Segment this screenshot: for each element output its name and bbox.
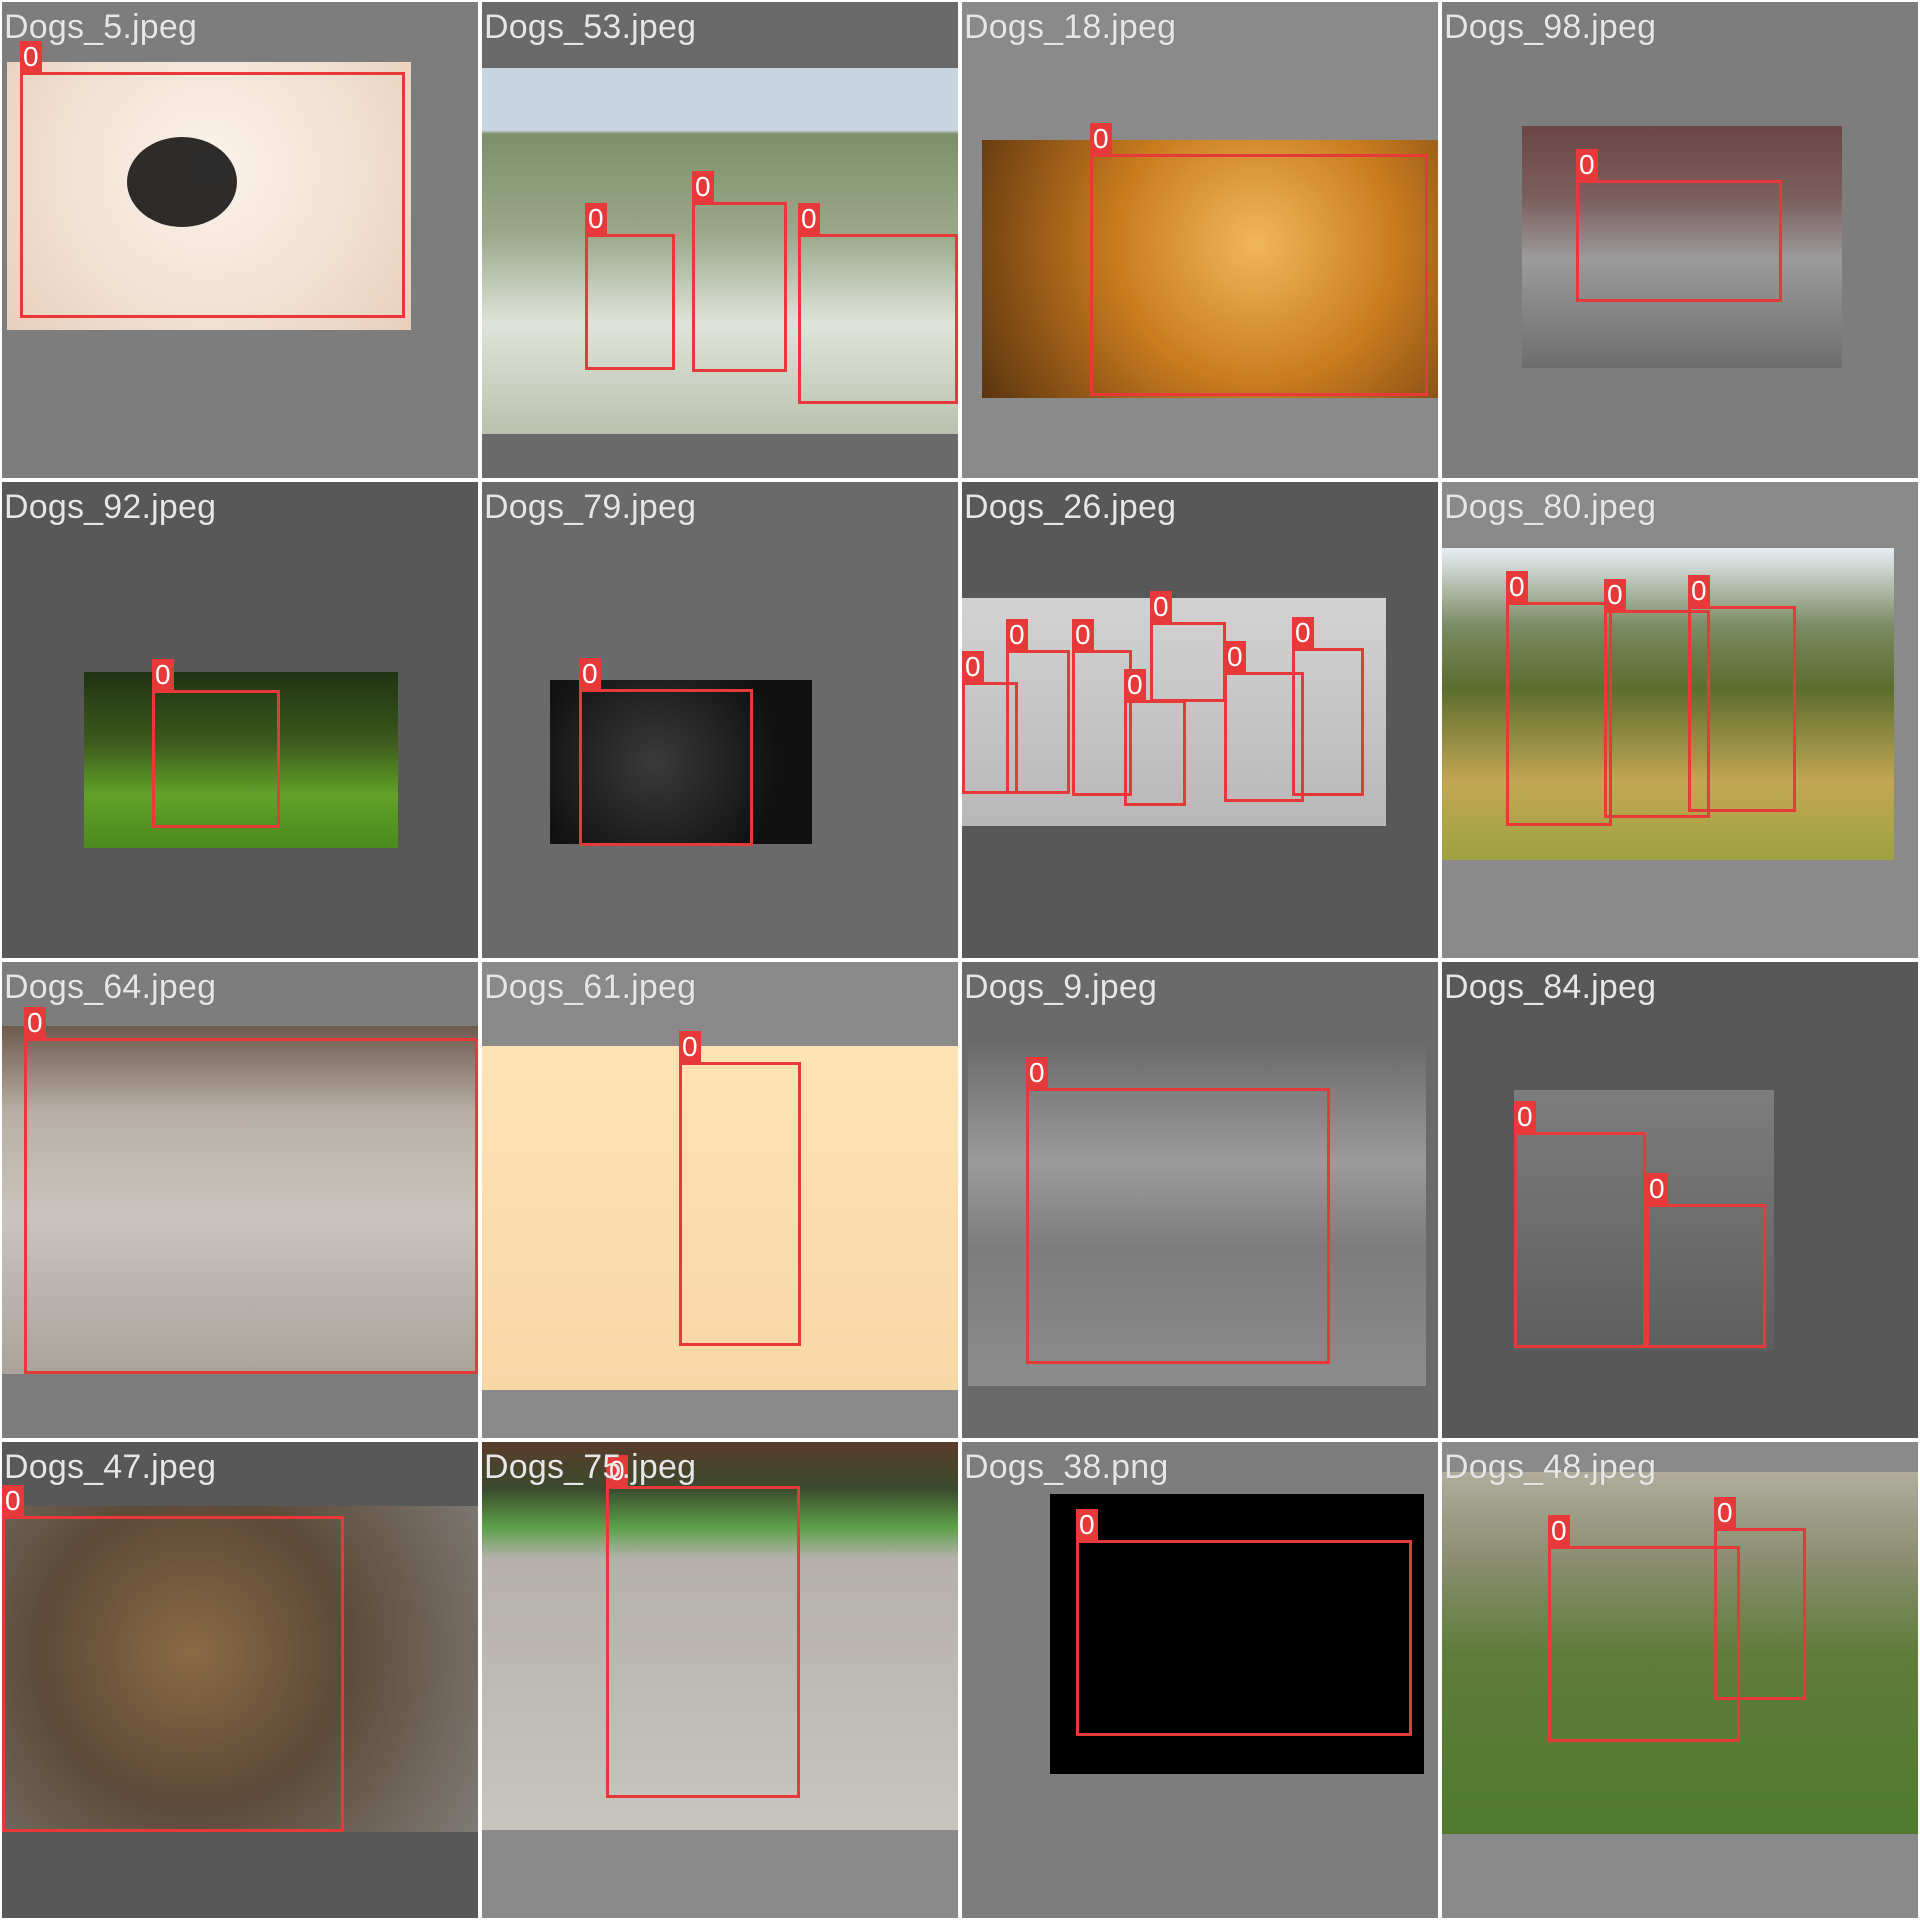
bounding-box: 0 xyxy=(1150,591,1226,702)
class-label: 0 xyxy=(962,651,984,683)
tile-filename: Dogs_53.jpeg xyxy=(484,8,697,46)
class-label: 0 xyxy=(579,658,601,690)
tile-filename: Dogs_9.jpeg xyxy=(964,968,1158,1006)
bounding-box: 0 xyxy=(606,1455,800,1798)
bounding-box: 0 xyxy=(1026,1057,1330,1364)
detection-mosaic: 0 Dogs_5.jpeg 0 0 0 Dogs_53.jpeg 0 Dogs_… xyxy=(0,0,1920,1920)
class-label: 0 xyxy=(1072,619,1094,651)
class-label: 0 xyxy=(1548,1515,1570,1547)
tile-filename: Dogs_80.jpeg xyxy=(1444,488,1657,526)
tile-dogs-92: 0 Dogs_92.jpeg xyxy=(2,482,478,958)
bounding-box: 0 xyxy=(2,1485,344,1832)
class-label: 0 xyxy=(692,171,714,203)
class-label: 0 xyxy=(1150,591,1172,623)
bounding-box: 0 xyxy=(1124,669,1186,806)
class-label: 0 xyxy=(1224,641,1246,673)
tile-dogs-53: 0 0 0 Dogs_53.jpeg xyxy=(482,2,958,478)
tile-dogs-18: 0 Dogs_18.jpeg xyxy=(962,2,1438,478)
tile-dogs-75: 0 Dogs_75.jpeg xyxy=(482,1442,958,1918)
bounding-box: 0 xyxy=(1646,1173,1766,1348)
class-label: 0 xyxy=(1514,1101,1536,1133)
class-label: 0 xyxy=(152,659,174,691)
class-label: 0 xyxy=(1576,149,1598,181)
class-label: 0 xyxy=(798,203,820,235)
tile-dogs-84: 0 0 Dogs_84.jpeg xyxy=(1442,962,1918,1438)
class-label: 0 xyxy=(1076,1509,1098,1541)
bounding-box: 0 xyxy=(585,203,675,370)
bounding-box: 0 xyxy=(1688,575,1796,812)
bounding-box: 0 xyxy=(798,203,958,404)
bounding-box: 0 xyxy=(692,171,787,372)
tile-dogs-79: 0 Dogs_79.jpeg xyxy=(482,482,958,958)
tile-dogs-61: 0 Dogs_61.jpeg xyxy=(482,962,958,1438)
bounding-box: 0 xyxy=(1076,1509,1412,1736)
class-label: 0 xyxy=(1124,669,1146,701)
class-label: 0 xyxy=(1646,1173,1668,1205)
tile-dogs-26: 0 0 0 0 0 0 0 Dogs_26.jpeg xyxy=(962,482,1438,958)
tile-filename: Dogs_64.jpeg xyxy=(4,968,217,1006)
tile-filename: Dogs_79.jpeg xyxy=(484,488,697,526)
tile-dogs-47: 0 Dogs_47.jpeg xyxy=(2,1442,478,1918)
tile-filename: Dogs_18.jpeg xyxy=(964,8,1177,46)
tile-filename: Dogs_48.jpeg xyxy=(1444,1448,1657,1486)
bounding-box: 0 xyxy=(152,659,280,828)
bounding-box: 0 xyxy=(1006,619,1070,794)
class-label: 0 xyxy=(1292,617,1314,649)
class-label: 0 xyxy=(1714,1497,1736,1529)
class-label: 0 xyxy=(585,203,607,235)
class-label: 0 xyxy=(1090,123,1112,155)
class-label: 0 xyxy=(1006,619,1028,651)
bounding-box: 0 xyxy=(679,1031,801,1346)
tile-filename: Dogs_26.jpeg xyxy=(964,488,1177,526)
class-label: 0 xyxy=(1604,579,1626,611)
tile-filename: Dogs_47.jpeg xyxy=(4,1448,217,1486)
class-label: 0 xyxy=(1026,1057,1048,1089)
class-label: 0 xyxy=(1506,571,1528,603)
bounding-box: 0 xyxy=(1576,149,1782,302)
tile-filename: Dogs_5.jpeg xyxy=(4,8,198,46)
tile-filename: Dogs_84.jpeg xyxy=(1444,968,1657,1006)
bounding-box: 0 xyxy=(579,658,753,846)
bounding-box: 0 xyxy=(20,41,405,318)
bounding-box: 0 xyxy=(1514,1101,1646,1348)
bounding-box: 0 xyxy=(1072,619,1132,796)
tile-filename: Dogs_92.jpeg xyxy=(4,488,217,526)
tile-dogs-38: 0 Dogs_38.png xyxy=(962,1442,1438,1918)
tile-dogs-9: 0 Dogs_9.jpeg xyxy=(962,962,1438,1438)
tile-dogs-48: 0 0 Dogs_48.jpeg xyxy=(1442,1442,1918,1918)
tile-filename: Dogs_61.jpeg xyxy=(484,968,697,1006)
tile-filename: Dogs_38.png xyxy=(964,1448,1169,1486)
tile-filename: Dogs_75.jpeg xyxy=(484,1448,697,1486)
tile-dogs-5: 0 Dogs_5.jpeg xyxy=(2,2,478,478)
tile-dogs-64: 0 Dogs_64.jpeg xyxy=(2,962,478,1438)
tile-dogs-98: 0 Dogs_98.jpeg xyxy=(1442,2,1918,478)
bounding-box: 0 xyxy=(1292,617,1364,796)
bounding-box: 0 xyxy=(1090,123,1428,396)
bounding-box: 0 xyxy=(24,1007,478,1374)
class-label: 0 xyxy=(24,1007,46,1039)
class-label: 0 xyxy=(1688,575,1710,607)
bounding-box: 0 xyxy=(1714,1497,1806,1700)
bounding-box: 0 xyxy=(1506,571,1612,826)
class-label: 0 xyxy=(679,1031,701,1063)
tile-filename: Dogs_98.jpeg xyxy=(1444,8,1657,46)
class-label: 0 xyxy=(2,1485,24,1517)
bounding-box: 0 xyxy=(1548,1515,1740,1742)
tile-dogs-80: 0 0 0 Dogs_80.jpeg xyxy=(1442,482,1918,958)
